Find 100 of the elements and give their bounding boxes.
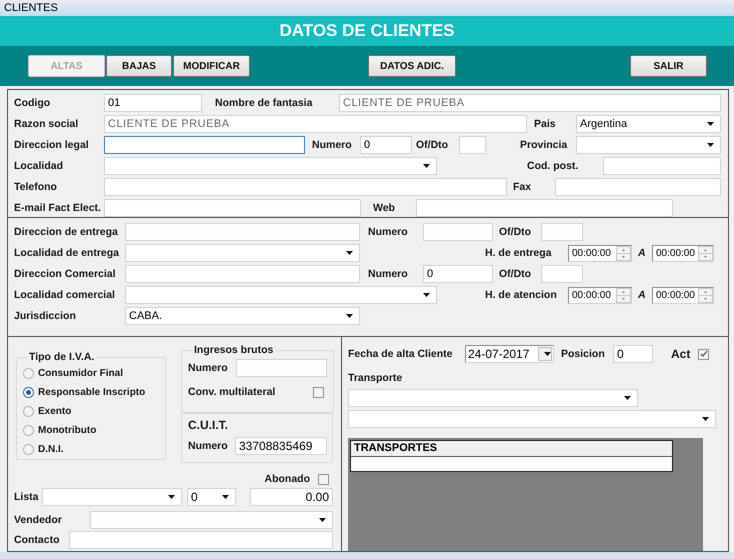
text-field[interactable]: 0 xyxy=(613,345,653,363)
dropdown-field[interactable] xyxy=(125,244,360,262)
time-field[interactable]: 00:00:00 xyxy=(652,286,714,304)
time-field[interactable]: 00:00:00 xyxy=(568,244,632,262)
dropdown-button[interactable] xyxy=(538,347,552,361)
spin-arrows-icon[interactable] xyxy=(616,288,631,302)
field-label: Posicion xyxy=(561,347,606,361)
text-field[interactable]: 0 xyxy=(423,265,493,283)
time-field[interactable]: 00:00:00 xyxy=(568,286,632,304)
field-label: Telefono xyxy=(14,180,58,194)
dropdown-field[interactable] xyxy=(104,157,437,175)
field-label: Localidad de entrega xyxy=(14,246,120,260)
field-label: Transporte xyxy=(348,371,402,385)
field-label: Conv. multilateral xyxy=(188,385,276,399)
field-label: H. de atencion xyxy=(485,288,558,302)
dropdown-field[interactable] xyxy=(90,511,333,529)
spin-arrows-icon[interactable] xyxy=(616,246,631,260)
dropdown-field[interactable] xyxy=(125,286,437,304)
option-label: Exento xyxy=(38,404,72,418)
field-label: Numero xyxy=(188,439,229,453)
radio-button[interactable] xyxy=(23,368,34,379)
field-label: Contacto xyxy=(14,533,60,547)
field-label: A xyxy=(638,246,647,260)
dropdown-field[interactable]: Argentina xyxy=(576,115,721,133)
field-label: Of/Dto xyxy=(499,225,532,239)
option-label: Consumidor Final xyxy=(38,366,123,380)
field-label: Localidad comercial xyxy=(14,288,116,302)
group-title: Tipo de I.V.A. xyxy=(28,350,96,364)
field-label: Lista xyxy=(14,490,40,504)
dropdown-field[interactable] xyxy=(348,389,638,407)
text-field[interactable]: 33708835469 xyxy=(235,437,327,455)
window-title: CLIENTES xyxy=(4,0,58,16)
radio-button[interactable] xyxy=(23,425,34,436)
field-label: Web xyxy=(373,201,396,215)
field-label: Of/Dto xyxy=(499,267,532,281)
option-label: Responsable Inscripto xyxy=(38,386,146,400)
text-field[interactable]: 0.00 xyxy=(250,488,333,506)
field-label: Codigo xyxy=(14,96,52,110)
caret-icon xyxy=(707,122,714,126)
checkbox[interactable] xyxy=(698,348,709,360)
dropdown-field[interactable] xyxy=(348,410,716,428)
column-header[interactable]: TRANSPORTES xyxy=(351,441,672,457)
checkbox[interactable] xyxy=(318,474,329,484)
field-label: Numero xyxy=(368,267,409,281)
field-label: E-mail Fact Elect. xyxy=(14,201,102,215)
caret-icon xyxy=(346,251,353,255)
time-field[interactable]: 00:00:00 xyxy=(652,244,714,262)
caret-icon xyxy=(346,314,353,318)
group-title: C.U.I.T. xyxy=(188,418,230,432)
option-label: Monotributo xyxy=(38,424,96,438)
caret-icon xyxy=(624,396,631,400)
toolbar-button[interactable]: BAJAS xyxy=(106,55,172,77)
spin-arrows-icon[interactable] xyxy=(698,246,713,260)
field-label: Direccion de entrega xyxy=(14,225,119,239)
field-label: Act xyxy=(671,347,692,361)
field-label: Numero xyxy=(312,138,353,152)
caret-icon xyxy=(319,518,326,522)
dropdown-field[interactable] xyxy=(576,136,721,154)
group-title: Ingresos brutos xyxy=(193,343,274,357)
text-field[interactable]: 0 xyxy=(360,136,412,154)
toolbar-button[interactable]: DATOS ADIC. xyxy=(368,55,456,77)
field-label: Direccion legal xyxy=(14,138,90,152)
dropdown-field[interactable] xyxy=(42,488,182,506)
option-label: D.N.I. xyxy=(38,442,64,456)
caret-icon xyxy=(707,143,714,147)
text-field[interactable]: 01 xyxy=(104,94,202,112)
dropdown-field[interactable]: CABA. xyxy=(125,307,360,325)
toolbar-button[interactable]: MODIFICAR xyxy=(173,55,250,77)
form-title: DATOS DE CLIENTES xyxy=(279,20,455,42)
radio-button[interactable] xyxy=(23,406,34,417)
spin-arrows-icon[interactable] xyxy=(698,288,713,302)
field-label: Pais xyxy=(534,117,557,131)
field-label: Razon social xyxy=(14,117,80,131)
field-label: Localidad xyxy=(14,159,64,173)
field-label: Direccion Comercial xyxy=(14,267,117,281)
field-label: H. de entrega xyxy=(485,246,553,260)
checkbox[interactable] xyxy=(313,386,324,398)
field-label: Numero xyxy=(368,225,409,239)
field-label: Provincia xyxy=(520,138,568,152)
field-label: Numero xyxy=(188,361,229,375)
radio-button[interactable] xyxy=(23,444,34,455)
field-label: Nombre de fantasia xyxy=(215,96,314,110)
caret-icon xyxy=(222,495,229,499)
field-label: Vendedor xyxy=(14,513,63,527)
caret-icon xyxy=(544,352,551,356)
field-label: A xyxy=(638,288,647,302)
field-label: Of/Dto xyxy=(416,138,450,152)
caret-icon xyxy=(423,164,430,168)
caret-icon xyxy=(168,495,175,499)
field-label: Jurisdiccion xyxy=(14,309,77,323)
dropdown-field[interactable]: 0 xyxy=(187,488,236,506)
toolbar-button[interactable]: SALIR xyxy=(630,55,707,77)
radio-button[interactable] xyxy=(23,387,34,398)
field-label: Cod. post. xyxy=(527,159,580,173)
caret-icon xyxy=(423,293,430,297)
caret-icon xyxy=(702,417,709,421)
text-field[interactable] xyxy=(104,136,305,154)
date-field[interactable]: 24-07-2017 xyxy=(465,345,554,363)
field-label: Fax xyxy=(513,180,532,194)
field-label: Fecha de alta Cliente xyxy=(348,347,454,361)
